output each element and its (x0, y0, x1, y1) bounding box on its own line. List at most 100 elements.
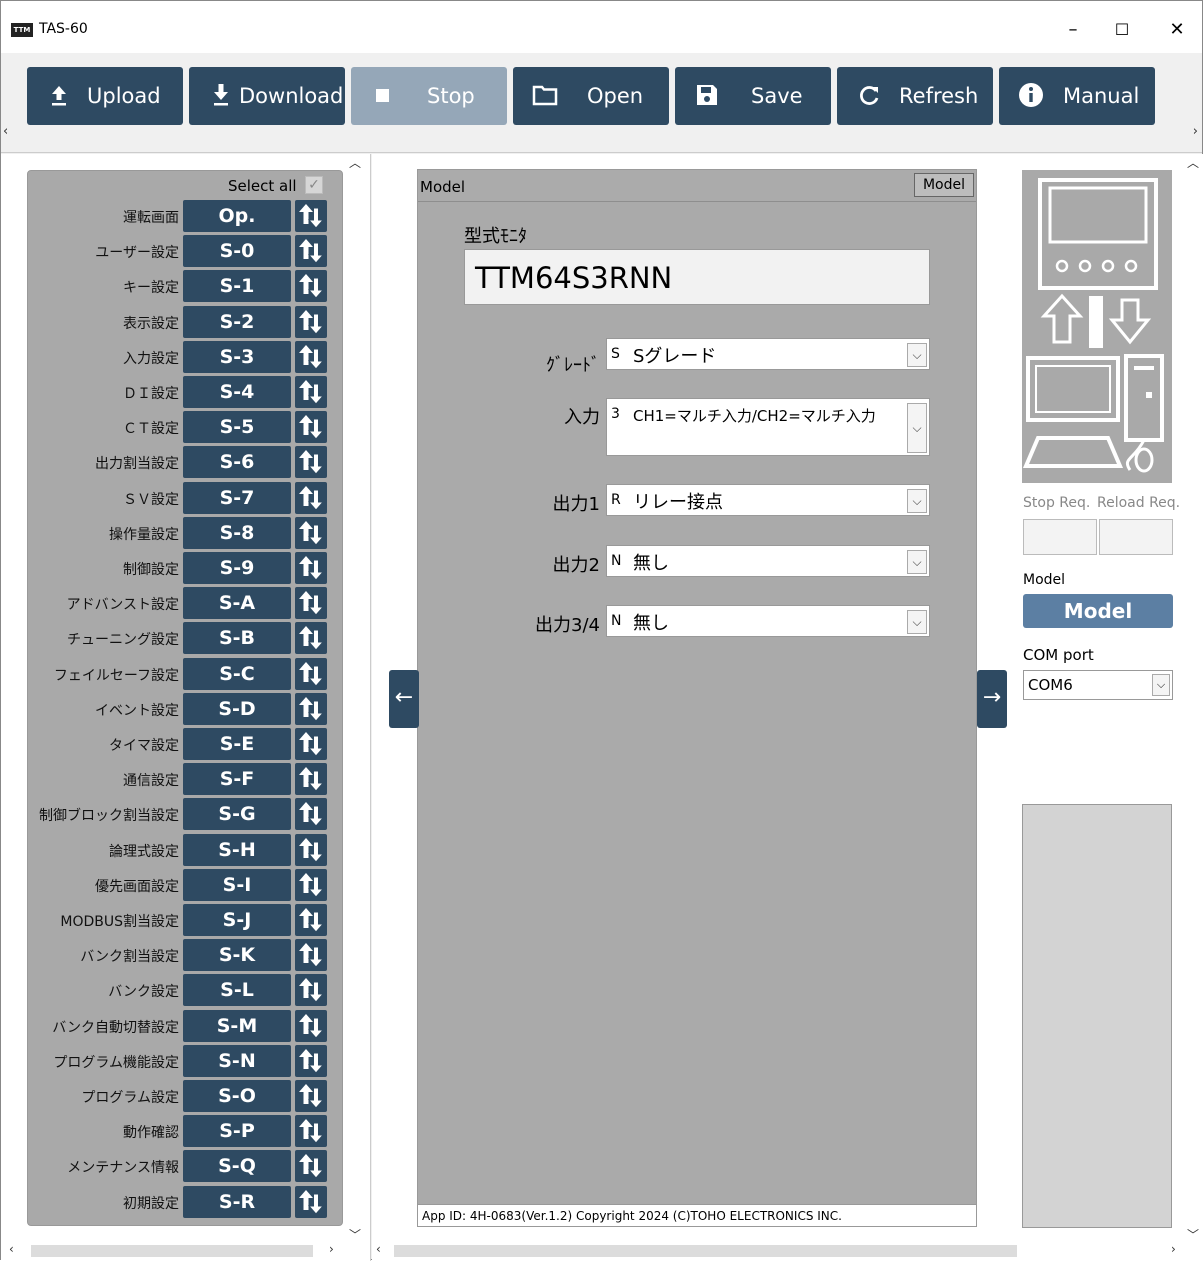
open-button[interactable]: Open (513, 67, 669, 125)
scroll-right-icon[interactable]: › (329, 1242, 334, 1256)
settings-code-button[interactable]: S-R (183, 1185, 291, 1218)
transfer-toggle-button[interactable] (295, 516, 327, 549)
scrollbar-thumb[interactable] (31, 1245, 313, 1257)
settings-code-button[interactable]: S-G (183, 798, 291, 831)
settings-code-button[interactable]: S-8 (183, 516, 291, 549)
transfer-toggle-button[interactable] (295, 340, 327, 373)
transfer-toggle-button[interactable] (295, 446, 327, 479)
transfer-toggle-button[interactable] (295, 657, 327, 690)
settings-code-button[interactable]: S-L (183, 974, 291, 1007)
output1-select[interactable]: R リレー接点 ⌵ (606, 484, 930, 516)
scroll-left-icon[interactable]: ‹ (9, 1242, 14, 1256)
main-horizontal-scrollbar[interactable]: ‹ (372, 1240, 1174, 1260)
settings-code-button[interactable]: S-M (183, 1009, 291, 1042)
settings-code-button[interactable]: S-K (183, 939, 291, 972)
settings-code-button[interactable]: S-O (183, 1080, 291, 1112)
transfer-toggle-button[interactable] (295, 1044, 327, 1077)
select-all-checkbox[interactable]: ✓ (305, 176, 323, 194)
settings-code-button[interactable]: Op. (183, 200, 291, 232)
transfer-toggle-button[interactable] (295, 235, 327, 268)
refresh-button[interactable]: Refresh (837, 67, 993, 125)
settings-code-button[interactable]: S-J (183, 904, 291, 936)
settings-code-button[interactable]: S-E (183, 728, 291, 760)
settings-code-button[interactable]: S-N (183, 1044, 291, 1077)
transfer-toggle-button[interactable] (295, 728, 327, 760)
transfer-toggle-button[interactable] (295, 552, 327, 584)
settings-code-button[interactable]: S-A (183, 587, 291, 620)
scroll-up-icon[interactable]: ︿ (349, 154, 361, 171)
transfer-toggle-button[interactable] (295, 270, 327, 303)
settings-code-button[interactable]: S-F (183, 763, 291, 796)
next-page-button[interactable]: → (977, 670, 1007, 728)
transfer-toggle-button[interactable] (295, 692, 327, 725)
minimize-button[interactable]: – (1053, 15, 1093, 45)
settings-code-button[interactable]: S-7 (183, 481, 291, 514)
com-port-select[interactable]: COM6 ⌵ (1023, 670, 1173, 700)
settings-code-button[interactable]: S-C (183, 657, 291, 690)
sidebar-vertical-scrollbar[interactable]: ︿ ﹀ (345, 154, 367, 1242)
transfer-toggle-button[interactable] (295, 939, 327, 972)
transfer-toggle-button[interactable] (295, 376, 327, 408)
transfer-toggle-button[interactable] (295, 305, 327, 338)
save-icon (697, 85, 717, 105)
close-button[interactable]: ✕ (1157, 15, 1197, 45)
settings-code-button[interactable]: S-5 (183, 411, 291, 444)
transfer-toggle-button[interactable] (295, 1115, 327, 1148)
output2-select[interactable]: N 無し ⌵ (606, 545, 930, 577)
transfer-toggle-button[interactable] (295, 622, 327, 655)
transfer-toggle-button[interactable] (295, 200, 327, 232)
grade-select[interactable]: S Sグレード ⌵ (606, 338, 930, 370)
settings-code-button[interactable]: S-0 (183, 235, 291, 268)
chevron-down-icon[interactable]: ⌵ (907, 343, 927, 367)
transfer-toggle-button[interactable] (295, 481, 327, 514)
transfer-toggle-button[interactable] (295, 411, 327, 444)
transfer-toggle-button[interactable] (295, 868, 327, 901)
output34-select[interactable]: N 無し ⌵ (606, 605, 930, 637)
settings-code-button[interactable]: S-3 (183, 340, 291, 373)
settings-code-button[interactable]: S-H (183, 833, 291, 866)
sidebar-horizontal-scrollbar[interactable]: ‹ › (1, 1240, 345, 1260)
transfer-toggle-button[interactable] (295, 1150, 327, 1183)
settings-code-button[interactable]: S-D (183, 692, 291, 725)
download-button[interactable]: Download (189, 67, 345, 125)
transfer-toggle-button[interactable] (295, 1009, 327, 1042)
transfer-toggle-button[interactable] (295, 1080, 327, 1112)
toolbar-scroll-right[interactable]: › (1193, 124, 1198, 139)
settings-code-button[interactable]: S-Q (183, 1150, 291, 1183)
settings-code-button[interactable]: S-9 (183, 552, 291, 584)
transfer-toggle-button[interactable] (295, 798, 327, 831)
model-button[interactable]: Model (1023, 594, 1173, 628)
transfer-toggle-button[interactable] (295, 974, 327, 1007)
chevron-down-icon[interactable]: ⌵ (907, 403, 927, 453)
scroll-down-icon[interactable]: ﹀ (1187, 1226, 1199, 1243)
transfer-toggle-button[interactable] (295, 904, 327, 936)
settings-code-button[interactable]: S-P (183, 1115, 291, 1148)
scroll-left-icon[interactable]: ‹ (376, 1242, 381, 1256)
transfer-toggle-button[interactable] (295, 833, 327, 866)
chevron-down-icon[interactable]: ⌵ (907, 550, 927, 574)
transfer-toggle-button[interactable] (295, 1185, 327, 1218)
scroll-down-icon[interactable]: ﹀ (349, 1226, 361, 1243)
previous-page-button[interactable]: ← (389, 670, 419, 728)
scroll-right-icon[interactable]: › (1171, 1242, 1176, 1256)
settings-code-button[interactable]: S-6 (183, 446, 291, 479)
maximize-button[interactable]: ☐ (1102, 15, 1142, 45)
manual-button[interactable]: Manual (999, 67, 1155, 125)
settings-code-button[interactable]: S-2 (183, 305, 291, 338)
upload-button[interactable]: Upload (27, 67, 183, 125)
chevron-down-icon[interactable]: ⌵ (1152, 674, 1170, 696)
input-select[interactable]: 3 CH1=マルチ入力/CH2=マルチ入力 ⌵ (606, 398, 930, 456)
settings-code-button[interactable]: S-B (183, 622, 291, 655)
chevron-down-icon[interactable]: ⌵ (907, 489, 927, 513)
chevron-down-icon[interactable]: ⌵ (907, 610, 927, 634)
scroll-up-icon[interactable]: ︿ (1187, 154, 1199, 171)
transfer-toggle-button[interactable] (295, 587, 327, 620)
settings-code-button[interactable]: S-4 (183, 376, 291, 408)
toolbar-scroll-left[interactable]: ‹ (3, 124, 8, 139)
transfer-toggle-button[interactable] (295, 763, 327, 796)
stop-button[interactable]: Stop (351, 67, 507, 125)
save-button[interactable]: Save (675, 67, 831, 125)
settings-code-button[interactable]: S-I (183, 868, 291, 901)
right-vertical-scrollbar[interactable]: ︿ ﹀ › (1171, 154, 1203, 1256)
settings-code-button[interactable]: S-1 (183, 270, 291, 303)
